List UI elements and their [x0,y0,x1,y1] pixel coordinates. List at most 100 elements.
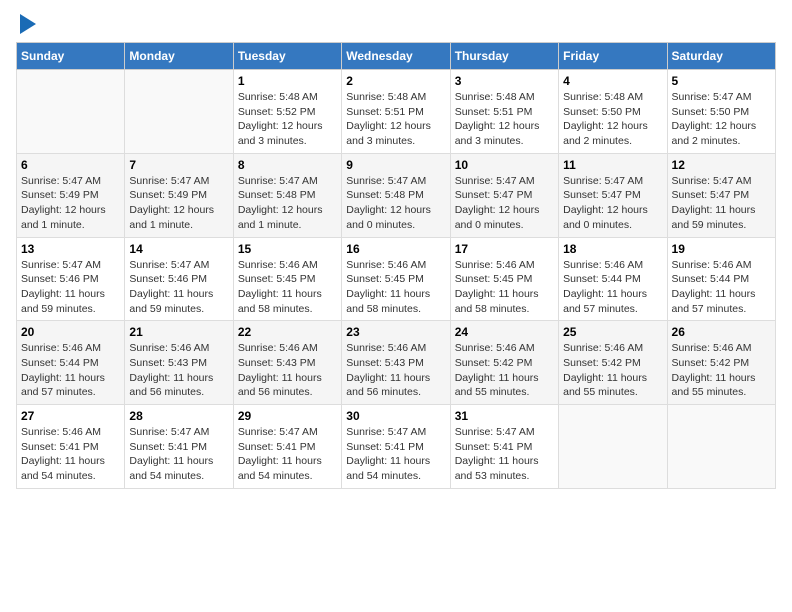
day-info: Sunrise: 5:46 AM Sunset: 5:42 PM Dayligh… [563,341,662,400]
day-number: 18 [563,242,662,256]
day-info: Sunrise: 5:47 AM Sunset: 5:46 PM Dayligh… [129,258,228,317]
calendar-cell: 12 Sunrise: 5:47 AM Sunset: 5:47 PM Dayli… [667,153,775,237]
calendar-cell: 22 Sunrise: 5:46 AM Sunset: 5:43 PM Dayli… [233,321,341,405]
calendar-cell: 28Sunrise: 5:47 AM Sunset: 5:41 PM Dayli… [125,405,233,489]
calendar-cell: 6 Sunrise: 5:47 AM Sunset: 5:49 PM Daylig… [17,153,125,237]
weekday-header-saturday: Saturday [667,43,775,70]
day-info: Sunrise: 5:47 AM Sunset: 5:47 PM Dayligh… [455,174,554,233]
day-number: 30 [346,409,445,423]
day-info: Sunrise: 5:47 AM Sunset: 5:41 PM Dayligh… [238,425,337,484]
day-info: Sunrise: 5:46 AM Sunset: 5:45 PM Dayligh… [346,258,445,317]
calendar-cell: 27Sunrise: 5:46 AM Sunset: 5:41 PM Dayli… [17,405,125,489]
calendar-cell: 1 Sunrise: 5:48 AM Sunset: 5:52 PM Daylig… [233,70,341,154]
calendar-cell [559,405,667,489]
calendar-cell: 7 Sunrise: 5:47 AM Sunset: 5:49 PM Daylig… [125,153,233,237]
weekday-header-thursday: Thursday [450,43,558,70]
calendar-week-row: 20 Sunrise: 5:46 AM Sunset: 5:44 PM Dayli… [17,321,776,405]
calendar-cell: 25 Sunrise: 5:46 AM Sunset: 5:42 PM Dayli… [559,321,667,405]
calendar-cell: 13 Sunrise: 5:47 AM Sunset: 5:46 PM Dayli… [17,237,125,321]
calendar-cell: 18 Sunrise: 5:46 AM Sunset: 5:44 PM Dayli… [559,237,667,321]
weekday-header-tuesday: Tuesday [233,43,341,70]
calendar-week-row: 1 Sunrise: 5:48 AM Sunset: 5:52 PM Daylig… [17,70,776,154]
day-number: 14 [129,242,228,256]
day-number: 10 [455,158,554,172]
day-info: Sunrise: 5:47 AM Sunset: 5:50 PM Dayligh… [672,90,771,149]
calendar-cell: 31 Sunrise: 5:47 AM Sunset: 5:41 PM Dayli… [450,405,558,489]
calendar-cell: 20 Sunrise: 5:46 AM Sunset: 5:44 PM Dayli… [17,321,125,405]
day-info: Sunrise: 5:47 AM Sunset: 5:48 PM Dayligh… [238,174,337,233]
calendar-cell: 30 Sunrise: 5:47 AM Sunset: 5:41 PM Dayli… [342,405,450,489]
weekday-header-sunday: Sunday [17,43,125,70]
weekday-header-friday: Friday [559,43,667,70]
day-number: 19 [672,242,771,256]
day-number: 27 [21,409,120,423]
calendar-cell: 15Sunrise: 5:46 AM Sunset: 5:45 PM Dayli… [233,237,341,321]
day-info: Sunrise: 5:47 AM Sunset: 5:48 PM Dayligh… [346,174,445,233]
day-number: 25 [563,325,662,339]
day-info: Sunrise: 5:48 AM Sunset: 5:52 PM Dayligh… [238,90,337,149]
day-info: Sunrise: 5:46 AM Sunset: 5:44 PM Dayligh… [563,258,662,317]
logo-arrow-icon [20,14,36,34]
calendar-week-row: 6 Sunrise: 5:47 AM Sunset: 5:49 PM Daylig… [17,153,776,237]
calendar-cell: 3Sunrise: 5:48 AM Sunset: 5:51 PM Daylig… [450,70,558,154]
day-number: 17 [455,242,554,256]
day-info: Sunrise: 5:48 AM Sunset: 5:50 PM Dayligh… [563,90,662,149]
calendar-cell: 26Sunrise: 5:46 AM Sunset: 5:42 PM Dayli… [667,321,775,405]
day-info: Sunrise: 5:47 AM Sunset: 5:41 PM Dayligh… [129,425,228,484]
day-number: 20 [21,325,120,339]
day-info: Sunrise: 5:47 AM Sunset: 5:47 PM Dayligh… [563,174,662,233]
day-number: 31 [455,409,554,423]
weekday-header-wednesday: Wednesday [342,43,450,70]
day-number: 13 [21,242,120,256]
day-info: Sunrise: 5:46 AM Sunset: 5:44 PM Dayligh… [21,341,120,400]
calendar-cell: 4 Sunrise: 5:48 AM Sunset: 5:50 PM Daylig… [559,70,667,154]
day-info: Sunrise: 5:46 AM Sunset: 5:43 PM Dayligh… [346,341,445,400]
calendar-cell: 2 Sunrise: 5:48 AM Sunset: 5:51 PM Daylig… [342,70,450,154]
calendar-cell: 5 Sunrise: 5:47 AM Sunset: 5:50 PM Daylig… [667,70,775,154]
day-number: 23 [346,325,445,339]
day-info: Sunrise: 5:46 AM Sunset: 5:42 PM Dayligh… [455,341,554,400]
calendar-cell: 14 Sunrise: 5:47 AM Sunset: 5:46 PM Dayli… [125,237,233,321]
day-number: 11 [563,158,662,172]
calendar-cell: 21 Sunrise: 5:46 AM Sunset: 5:43 PM Dayli… [125,321,233,405]
day-info: Sunrise: 5:46 AM Sunset: 5:45 PM Dayligh… [455,258,554,317]
day-info: Sunrise: 5:46 AM Sunset: 5:42 PM Dayligh… [672,341,771,400]
calendar-cell [125,70,233,154]
day-info: Sunrise: 5:47 AM Sunset: 5:46 PM Dayligh… [21,258,120,317]
day-info: Sunrise: 5:47 AM Sunset: 5:49 PM Dayligh… [129,174,228,233]
day-number: 21 [129,325,228,339]
calendar-cell: 23 Sunrise: 5:46 AM Sunset: 5:43 PM Dayli… [342,321,450,405]
calendar-cell: 9Sunrise: 5:47 AM Sunset: 5:48 PM Daylig… [342,153,450,237]
calendar-cell: 8Sunrise: 5:47 AM Sunset: 5:48 PM Daylig… [233,153,341,237]
calendar-cell: 24Sunrise: 5:46 AM Sunset: 5:42 PM Dayli… [450,321,558,405]
logo [16,16,36,34]
day-number: 12 [672,158,771,172]
calendar-cell [17,70,125,154]
calendar-cell: 10 Sunrise: 5:47 AM Sunset: 5:47 PM Dayli… [450,153,558,237]
calendar-table: SundayMondayTuesdayWednesdayThursdayFrid… [16,42,776,489]
page-header [16,16,776,34]
day-info: Sunrise: 5:46 AM Sunset: 5:43 PM Dayligh… [238,341,337,400]
calendar-cell: 19 Sunrise: 5:46 AM Sunset: 5:44 PM Dayli… [667,237,775,321]
day-number: 2 [346,74,445,88]
day-number: 6 [21,158,120,172]
day-number: 5 [672,74,771,88]
day-number: 15 [238,242,337,256]
day-number: 16 [346,242,445,256]
calendar-cell [667,405,775,489]
calendar-week-row: 27Sunrise: 5:46 AM Sunset: 5:41 PM Dayli… [17,405,776,489]
day-info: Sunrise: 5:46 AM Sunset: 5:44 PM Dayligh… [672,258,771,317]
calendar-week-row: 13 Sunrise: 5:47 AM Sunset: 5:46 PM Dayli… [17,237,776,321]
day-number: 1 [238,74,337,88]
day-number: 7 [129,158,228,172]
weekday-header-monday: Monday [125,43,233,70]
day-info: Sunrise: 5:47 AM Sunset: 5:49 PM Dayligh… [21,174,120,233]
day-info: Sunrise: 5:47 AM Sunset: 5:47 PM Dayligh… [672,174,771,233]
day-info: Sunrise: 5:47 AM Sunset: 5:41 PM Dayligh… [346,425,445,484]
calendar-cell: 17 Sunrise: 5:46 AM Sunset: 5:45 PM Dayli… [450,237,558,321]
day-info: Sunrise: 5:46 AM Sunset: 5:43 PM Dayligh… [129,341,228,400]
day-number: 22 [238,325,337,339]
day-info: Sunrise: 5:48 AM Sunset: 5:51 PM Dayligh… [346,90,445,149]
day-number: 4 [563,74,662,88]
day-info: Sunrise: 5:47 AM Sunset: 5:41 PM Dayligh… [455,425,554,484]
